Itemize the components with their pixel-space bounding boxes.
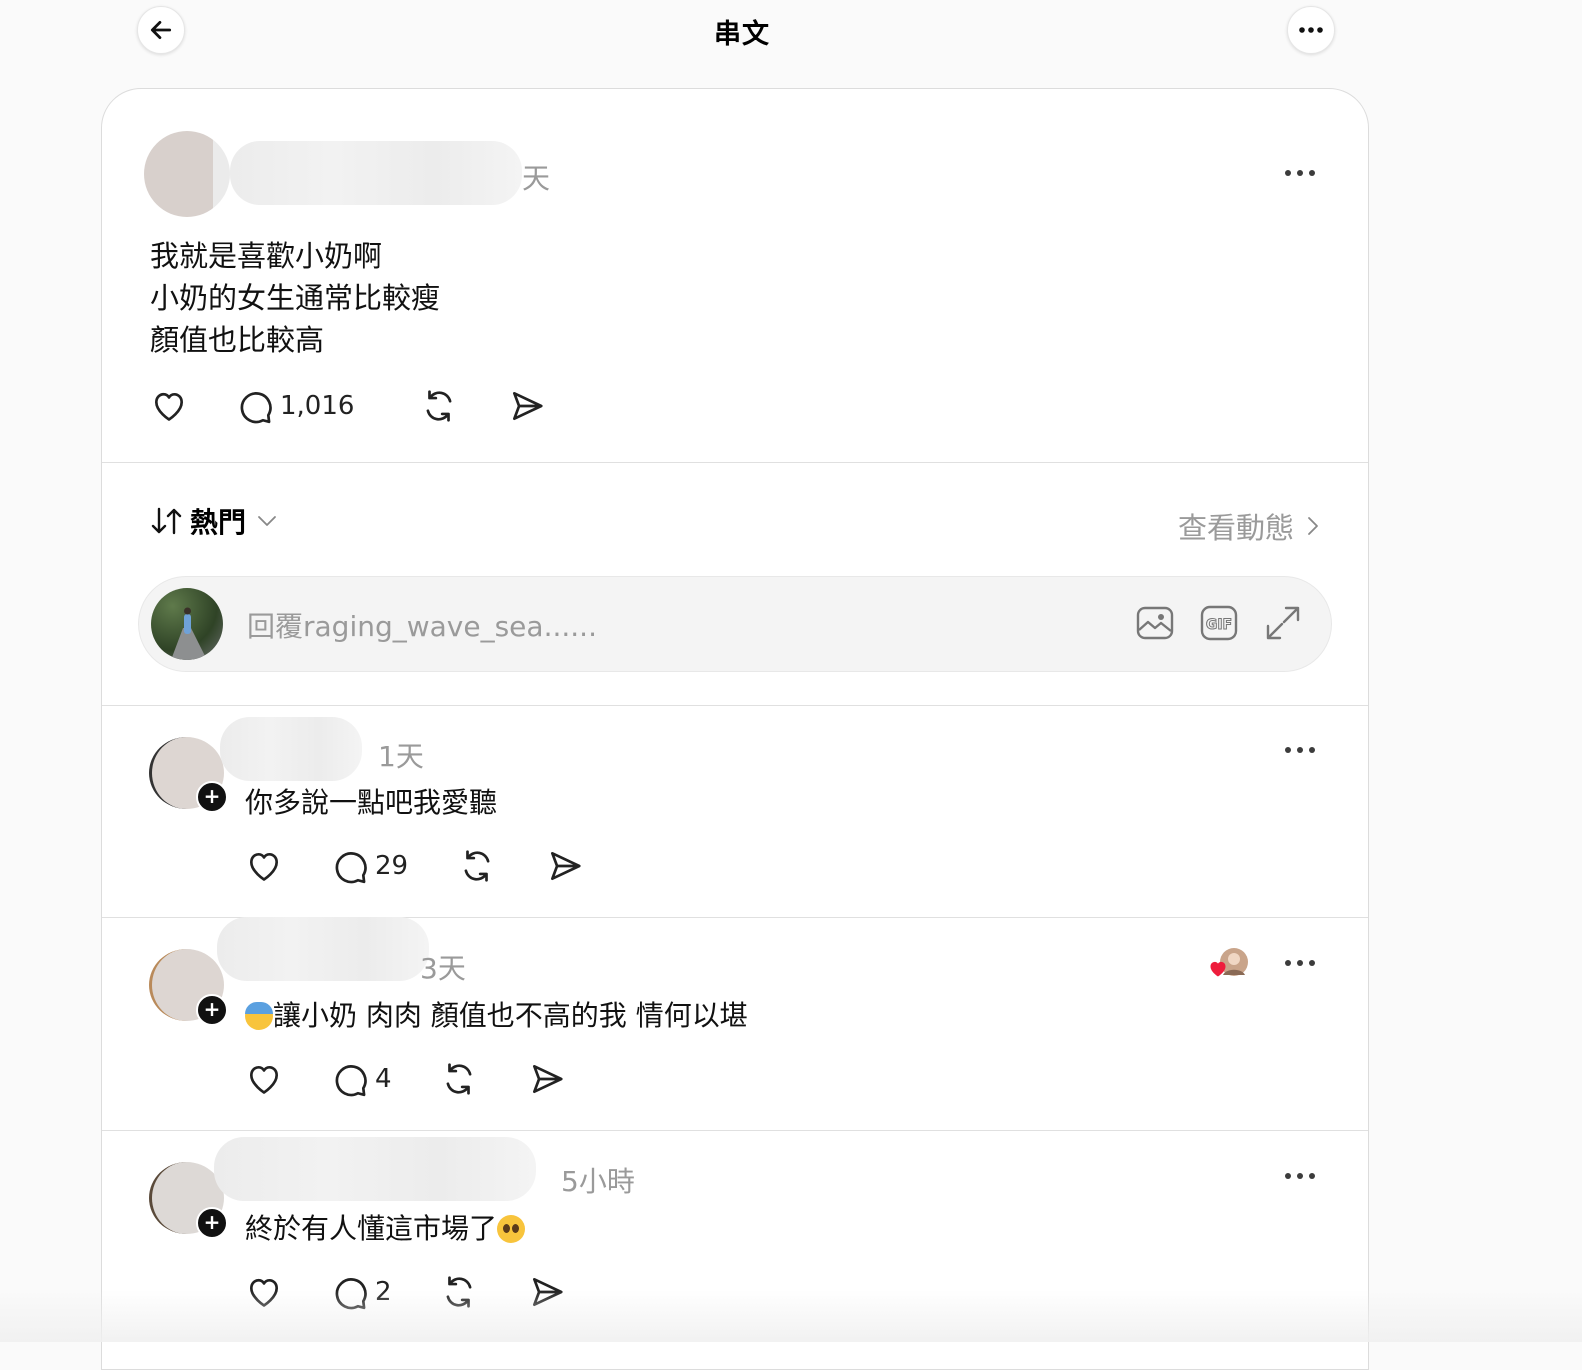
comment-time: 5小時 [561, 1165, 635, 1198]
comment-actions: 4 [245, 1060, 566, 1098]
divider [102, 462, 1368, 463]
post-time: 天 [522, 162, 551, 195]
comment-more-button[interactable] [1285, 960, 1315, 966]
post-body: 我就是喜歡小奶啊 小奶的女生通常比較瘦 顏值也比較高 [150, 235, 440, 361]
share-button[interactable] [528, 1060, 566, 1098]
reply-input[interactable]: 回覆raging_wave_sea...... [247, 605, 597, 645]
sort-arrows-icon [151, 507, 182, 535]
like-button[interactable] [245, 1060, 283, 1098]
divider [102, 705, 1368, 706]
send-icon [513, 391, 544, 421]
pleading-face-emoji [497, 1215, 526, 1243]
reply-button[interactable]: 29 [331, 847, 408, 885]
commenter-name-redacted [220, 717, 362, 781]
comment-bubble-icon [240, 392, 272, 424]
gif-icon[interactable]: GIF [1199, 603, 1239, 643]
reply-button[interactable]: 4 [331, 1060, 392, 1098]
current-user-avatar [151, 588, 223, 660]
author-name-redacted [230, 141, 522, 205]
post-more-button[interactable] [1285, 170, 1315, 176]
repost-button[interactable] [440, 1060, 478, 1098]
comment-more-button[interactable] [1285, 1173, 1315, 1179]
comment-bubble-icon [335, 1065, 367, 1097]
repost-icon [464, 850, 490, 882]
thread-card: 天 我就是喜歡小奶啊 小奶的女生通常比較瘦 顏值也比較高 1,016 熱門 查看… [101, 88, 1369, 1370]
heart-icon [249, 1065, 279, 1094]
comment-text: 讓小奶 肉肉 顏值也不高的我 情何以堪 [245, 994, 748, 1034]
post-line: 我就是喜歡小奶啊 [150, 239, 383, 273]
commenter-name-redacted [217, 917, 429, 981]
fearful-face-emoji [245, 1002, 273, 1030]
reply-button[interactable]: 1,016 [236, 387, 354, 425]
divider [102, 1130, 1368, 1131]
more-options-button[interactable] [1287, 6, 1335, 54]
top-bar: 串文 [0, 0, 1582, 60]
comment-text-body: 讓小奶 肉肉 顏值也不高的我 情何以堪 [273, 999, 748, 1032]
sort-dropdown[interactable]: 熱門 [150, 501, 278, 541]
liked-by-author-indicator [1207, 947, 1253, 981]
repost-button[interactable] [420, 387, 458, 425]
comment-text: 你多說一點吧我愛聽 [245, 786, 498, 819]
comment-time: 1天 [378, 740, 424, 773]
post-line: 小奶的女生通常比較瘦 [150, 281, 441, 315]
sort-label: 熱門 [190, 506, 247, 539]
view-activity-label: 查看動態 [1177, 511, 1294, 545]
like-button[interactable] [245, 847, 283, 885]
reply-count: 1,016 [280, 391, 355, 421]
repost-icon [427, 390, 452, 422]
comment-time: 3天 [420, 952, 466, 985]
heart-icon [249, 852, 279, 881]
reply-count: 29 [375, 851, 409, 881]
comment-more-button[interactable] [1285, 747, 1315, 753]
scroll-fade [0, 1290, 1582, 1342]
comment-actions: 29 [245, 847, 584, 885]
send-icon [551, 851, 581, 881]
repost-icon [446, 1063, 471, 1095]
author-avatar[interactable] [144, 131, 230, 217]
comment-text-body: 終於有人懂這市場了 [245, 1212, 498, 1245]
more-horizontal-icon [1299, 27, 1323, 33]
expand-icon[interactable] [1263, 603, 1303, 643]
share-button[interactable] [508, 387, 546, 425]
svg-text:GIF: GIF [1206, 617, 1232, 633]
chevron-right-icon [1308, 517, 1318, 535]
image-icon[interactable] [1135, 603, 1175, 643]
reply-count: 4 [375, 1064, 392, 1094]
like-button[interactable] [150, 387, 188, 425]
heart-icon [154, 392, 184, 421]
follow-plus-icon[interactable]: + [196, 781, 228, 813]
post-actions: 1,016 [150, 387, 546, 425]
comment-bubble-icon [335, 852, 367, 884]
view-activity-link[interactable]: 查看動態 [1178, 505, 1322, 547]
heart-filled-icon [1210, 961, 1226, 977]
comment-text: 終於有人懂這市場了 [245, 1207, 526, 1247]
follow-plus-icon[interactable]: + [196, 1207, 228, 1239]
chevron-down-icon [258, 516, 276, 526]
follow-plus-icon[interactable]: + [196, 994, 228, 1026]
composer-tools: GIF [1135, 603, 1303, 643]
share-button[interactable] [546, 847, 584, 885]
send-icon [532, 1064, 563, 1094]
reply-composer[interactable]: 回覆raging_wave_sea...... GIF [138, 576, 1332, 672]
commenter-name-redacted [214, 1137, 536, 1201]
page-title: 串文 [714, 19, 770, 50]
repost-button[interactable] [458, 847, 496, 885]
post-line: 顏值也比較高 [150, 323, 325, 357]
